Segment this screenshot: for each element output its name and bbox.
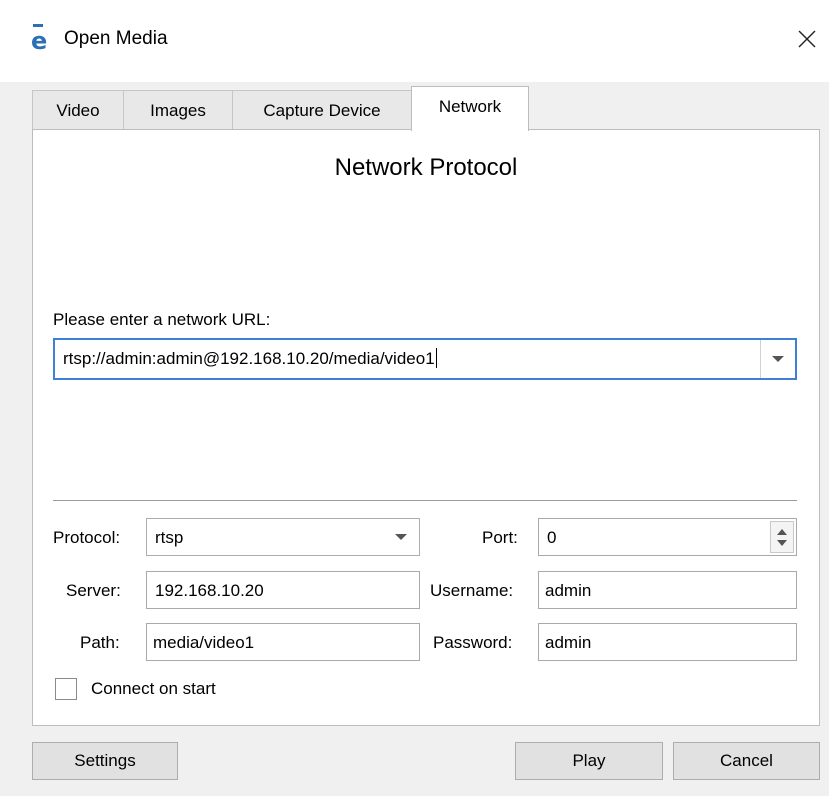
settings-button[interactable]: Settings: [32, 742, 178, 780]
protocol-select[interactable]: rtsp: [146, 518, 420, 556]
stepper-down-icon[interactable]: [777, 540, 787, 546]
port-spinbox[interactable]: 0: [538, 518, 797, 556]
username-label: Username:: [430, 581, 514, 600]
connect-on-start-label[interactable]: Connect on start: [91, 679, 216, 699]
chevron-down-icon: [395, 534, 407, 540]
port-stepper[interactable]: [770, 521, 794, 553]
panel-heading: Network Protocol: [334, 154, 518, 181]
url-label: Please enter a network URL:: [53, 310, 271, 329]
divider: [53, 500, 797, 501]
port-label: Port:: [482, 528, 518, 547]
tab-images[interactable]: Images: [123, 90, 233, 130]
server-value: 192.168.10.20: [155, 581, 264, 600]
tab-capture-device[interactable]: Capture Device: [232, 90, 412, 130]
network-panel: Network Protocol Please enter a network …: [32, 129, 820, 726]
path-value: media/video1: [153, 633, 255, 652]
url-value: rtsp://admin:admin@192.168.10.20/media/v…: [63, 349, 435, 368]
play-button[interactable]: Play: [515, 742, 663, 780]
password-label: Password:: [433, 633, 513, 652]
url-input[interactable]: rtsp://admin:admin@192.168.10.20/media/v…: [63, 348, 437, 369]
password-value: admin: [545, 633, 592, 652]
close-button[interactable]: [785, 16, 829, 62]
server-field[interactable]: 192.168.10.20: [146, 571, 420, 609]
path-field[interactable]: media/video1: [146, 623, 420, 661]
port-value: 0: [547, 528, 557, 547]
chevron-down-icon: [772, 356, 784, 362]
tab-video[interactable]: Video: [32, 90, 124, 130]
username-value: admin: [545, 581, 592, 600]
server-label: Server:: [66, 581, 121, 600]
connect-on-start-checkbox[interactable]: [55, 678, 77, 700]
protocol-label: Protocol:: [53, 528, 121, 547]
tab-network[interactable]: Network: [411, 86, 529, 131]
app-logo-icon: e: [28, 24, 50, 54]
username-field[interactable]: admin: [538, 571, 797, 609]
window-title: Open Media: [64, 28, 168, 49]
path-label: Path:: [80, 633, 120, 652]
url-combobox[interactable]: rtsp://admin:admin@192.168.10.20/media/v…: [53, 338, 797, 380]
password-field[interactable]: admin: [538, 623, 797, 661]
cancel-button[interactable]: Cancel: [673, 742, 820, 780]
text-caret: [435, 348, 437, 368]
protocol-value: rtsp: [155, 528, 184, 547]
stepper-up-icon[interactable]: [777, 529, 787, 535]
close-icon: [798, 30, 816, 48]
title-bar: e Open Media: [0, 0, 829, 82]
url-dropdown-button[interactable]: [760, 340, 795, 378]
